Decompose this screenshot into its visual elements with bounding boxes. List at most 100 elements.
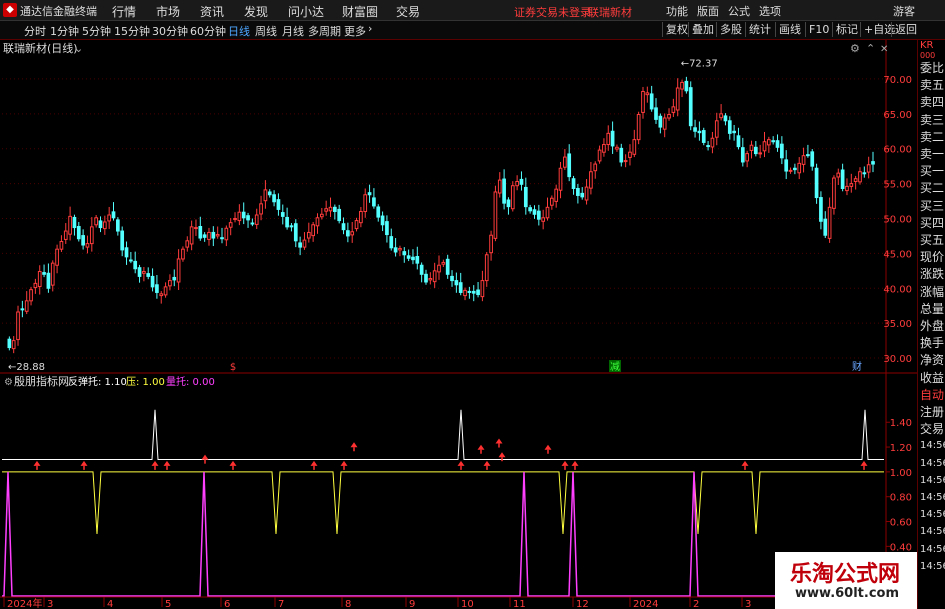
f10-button[interactable]: F10	[805, 22, 832, 37]
candle-body	[285, 216, 289, 228]
menu-wealth[interactable]: 财富圈	[342, 3, 378, 20]
candle-body	[402, 251, 407, 256]
adjust-button[interactable]: 复权	[662, 22, 691, 37]
red-arrow-icon	[310, 460, 318, 466]
menu-trade[interactable]: 交易	[396, 3, 420, 20]
candle-body	[293, 223, 298, 242]
candle-body	[862, 172, 867, 175]
series-volume-line	[2, 471, 884, 597]
sidebar-item-10: 买五	[920, 233, 945, 247]
candle-body	[471, 290, 476, 294]
menu-quotes[interactable]: 行情	[112, 3, 136, 20]
period-30min[interactable]: 30分钟	[152, 23, 188, 39]
candle-body	[241, 211, 246, 219]
back-button[interactable]: 返回	[891, 22, 920, 37]
candle-body	[771, 140, 776, 143]
candle-body	[684, 80, 689, 92]
sidebar-item-24: 14:56	[920, 474, 945, 486]
candle-body	[120, 230, 125, 251]
candle-body	[198, 226, 203, 239]
mark-button[interactable]: 标记	[832, 22, 861, 37]
sidebar-item-19[interactable]: 自动	[920, 389, 944, 401]
candle-body	[758, 152, 763, 155]
red-arrow-icon	[350, 442, 358, 448]
red-arrow-icon	[571, 460, 579, 466]
collapse-icon: ⌃	[866, 42, 875, 55]
candle-body	[289, 225, 294, 228]
candle-body	[814, 167, 819, 199]
overlay-button[interactable]: 叠加	[688, 22, 717, 37]
menu-discover[interactable]: 发现	[244, 3, 268, 20]
candle-body	[215, 234, 220, 237]
period-multi[interactable]: 多周期	[308, 23, 341, 39]
period-60min[interactable]: 60分钟	[190, 23, 226, 39]
period-weekly[interactable]: 周线	[255, 23, 277, 39]
sidebar-item-6: 买一	[920, 164, 945, 179]
candle-body	[645, 92, 650, 96]
candle-body	[597, 149, 602, 162]
candle-body	[20, 308, 25, 311]
sidebar-item-4: 卖二	[920, 129, 945, 144]
stats-button[interactable]: 统计	[745, 22, 774, 37]
candle-body	[129, 259, 133, 262]
time-axis-label: 3	[745, 599, 751, 609]
candle-body	[706, 145, 710, 148]
candle-body	[346, 230, 350, 237]
candle-body	[311, 224, 315, 237]
candle-body	[85, 243, 90, 248]
candle-body	[37, 271, 42, 288]
candle-body	[567, 153, 572, 178]
login-warning[interactable]: 证券交易未登录	[514, 4, 591, 20]
price-axis-label: 45.00	[883, 249, 912, 260]
menu-options[interactable]: 选项	[759, 3, 781, 19]
candle-body	[497, 179, 502, 194]
candle-body	[207, 231, 211, 240]
multi-stock-button[interactable]: 多股	[716, 22, 745, 37]
period-daily[interactable]: 日线	[228, 23, 250, 39]
sidebar-item-26: 14:56	[920, 509, 945, 521]
menu-market[interactable]: 市场	[156, 3, 180, 20]
candle-body	[411, 256, 415, 261]
candle-body	[445, 258, 450, 275]
period-15min[interactable]: 15分钟	[114, 23, 150, 39]
candle-body	[228, 222, 233, 228]
candle-body	[367, 192, 372, 196]
sidebar-item-20[interactable]: 注册	[920, 406, 944, 418]
red-arrow-icon	[495, 438, 503, 444]
menu-news[interactable]: 资讯	[200, 3, 224, 20]
menu-layout[interactable]: 版面	[697, 3, 719, 19]
candle-body	[736, 135, 741, 148]
period-more[interactable]: 更多	[344, 23, 366, 39]
sidebar-item-3: 卖三	[920, 112, 945, 127]
menu-ask[interactable]: 问小达	[288, 3, 324, 20]
candle-body	[298, 242, 302, 248]
menu-formula[interactable]: 公式	[728, 3, 750, 19]
candle-body	[29, 289, 33, 302]
period-monthly[interactable]: 月线	[282, 23, 304, 39]
candle-body	[545, 206, 550, 219]
chart-area[interactable]: 联瑞新材(日线)⌄ ⚙ ⌃ ✕ 70.00 65.00 60.00 55.00 50.00 45.…	[0, 40, 917, 609]
price-axis-label: 30.00	[883, 354, 912, 365]
title-stock-name: 联瑞新材	[588, 6, 632, 19]
candle-body	[819, 197, 823, 222]
sidebar-item-16: 换手	[920, 336, 945, 351]
sidebar-item-13: 涨幅	[920, 284, 945, 299]
period-intraday[interactable]: 分时	[24, 23, 46, 39]
sidebar-item-21[interactable]: 交易	[920, 423, 944, 435]
sidebar-item-18: 收益	[920, 370, 945, 385]
candle-body	[649, 93, 654, 110]
guest-label[interactable]: 游客	[893, 3, 915, 19]
candle-body	[150, 275, 155, 288]
draw-button[interactable]: 画线	[775, 22, 804, 37]
chevron-right-icon[interactable]: ›	[368, 22, 372, 35]
candle-body	[380, 215, 385, 226]
red-arrow-icon	[498, 452, 506, 458]
candle-body	[267, 191, 272, 196]
close-icon: ✕	[880, 44, 888, 55]
indicator-axis-label: 0.60	[890, 518, 912, 529]
red-arrow-icon	[163, 460, 171, 466]
sidebar-item-9: 买四	[920, 215, 945, 230]
menu-functions[interactable]: 功能	[666, 3, 688, 19]
period-1min[interactable]: 1分钟	[50, 23, 79, 39]
period-5min[interactable]: 5分钟	[82, 23, 111, 39]
